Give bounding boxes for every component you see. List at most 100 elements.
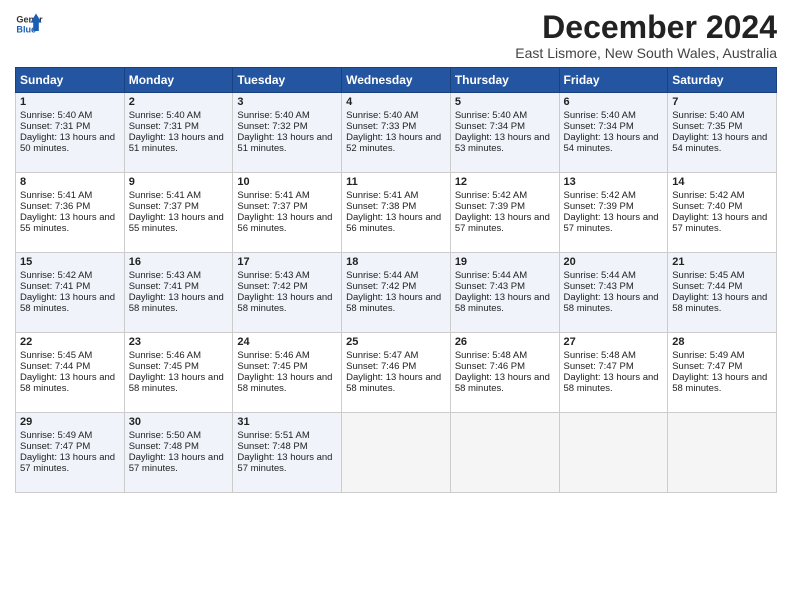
calendar-day-cell: 22Sunrise: 5:45 AMSunset: 7:44 PMDayligh…: [16, 333, 125, 413]
calendar-week-row: 29Sunrise: 5:49 AMSunset: 7:47 PMDayligh…: [16, 413, 777, 493]
calendar-day-cell: 27Sunrise: 5:48 AMSunset: 7:47 PMDayligh…: [559, 333, 668, 413]
day-number: 31: [237, 416, 337, 428]
daylight-text: Daylight: 13 hours and 58 minutes.: [455, 372, 550, 394]
day-number: 24: [237, 336, 337, 348]
calendar-day-cell: 14Sunrise: 5:42 AMSunset: 7:40 PMDayligh…: [668, 173, 777, 253]
header-friday: Friday: [559, 68, 668, 93]
svg-text:Blue: Blue: [16, 24, 36, 34]
sunrise-text: Sunrise: 5:45 AM: [20, 350, 92, 361]
daylight-text: Daylight: 13 hours and 56 minutes.: [346, 212, 441, 234]
sunset-text: Sunset: 7:37 PM: [237, 201, 307, 212]
day-number: 16: [129, 256, 229, 268]
day-number: 14: [672, 176, 772, 188]
daylight-text: Daylight: 13 hours and 57 minutes.: [564, 212, 659, 234]
sunset-text: Sunset: 7:42 PM: [237, 281, 307, 292]
sunrise-text: Sunrise: 5:48 AM: [564, 350, 636, 361]
day-number: 20: [564, 256, 664, 268]
daylight-text: Daylight: 13 hours and 54 minutes.: [564, 132, 659, 154]
calendar-day-cell: 20 Sunrise: 5:44 AMSunset: 7:43 PMDayligh…: [559, 253, 668, 333]
day-number: 26: [455, 336, 555, 348]
sunrise-text: Sunrise: 5:40 AM: [346, 110, 418, 121]
calendar-week-row: 8Sunrise: 5:41 AMSunset: 7:36 PMDaylight…: [16, 173, 777, 253]
sunset-text: Sunset: 7:42 PM: [346, 281, 416, 292]
calendar-table: Sunday Monday Tuesday Wednesday Thursday…: [15, 67, 777, 493]
day-number: 25: [346, 336, 446, 348]
calendar-day-cell: 6Sunrise: 5:40 AMSunset: 7:34 PMDaylight…: [559, 93, 668, 173]
day-number: 17: [237, 256, 337, 268]
header-sunday: Sunday: [16, 68, 125, 93]
day-number: 8: [20, 176, 120, 188]
calendar-day-cell: 29Sunrise: 5:49 AMSunset: 7:47 PMDayligh…: [16, 413, 125, 493]
sunrise-text: Sunrise: 5:40 AM: [564, 110, 636, 121]
calendar-day-cell: 9Sunrise: 5:41 AMSunset: 7:37 PMDaylight…: [124, 173, 233, 253]
day-number: 10: [237, 176, 337, 188]
daylight-text: Daylight: 13 hours and 58 minutes.: [20, 372, 115, 394]
sunrise-text: Sunrise: 5:40 AM: [455, 110, 527, 121]
sunset-text: Sunset: 7:41 PM: [129, 281, 199, 292]
calendar-day-cell: 25Sunrise: 5:47 AMSunset: 7:46 PMDayligh…: [342, 333, 451, 413]
title-block: December 2024 East Lismore, New South Wa…: [515, 10, 777, 61]
sunrise-text: Sunrise: 5:41 AM: [129, 190, 201, 201]
sunset-text: Sunset: 7:43 PM: [564, 281, 634, 292]
calendar-day-cell: 3Sunrise: 5:40 AMSunset: 7:32 PMDaylight…: [233, 93, 342, 173]
sunrise-text: Sunrise: 5:42 AM: [672, 190, 744, 201]
sunset-text: Sunset: 7:34 PM: [455, 121, 525, 132]
sunrise-text: Sunrise: 5:42 AM: [564, 190, 636, 201]
day-number: 7: [672, 96, 772, 108]
sunset-text: Sunset: 7:41 PM: [20, 281, 90, 292]
header-tuesday: Tuesday: [233, 68, 342, 93]
calendar-container: General Blue December 2024 East Lismore,…: [0, 0, 792, 503]
calendar-day-cell: 4Sunrise: 5:40 AMSunset: 7:33 PMDaylight…: [342, 93, 451, 173]
day-number: 18: [346, 256, 446, 268]
sunset-text: Sunset: 7:45 PM: [237, 361, 307, 372]
sunset-text: Sunset: 7:39 PM: [564, 201, 634, 212]
daylight-text: Daylight: 13 hours and 57 minutes.: [455, 212, 550, 234]
daylight-text: Daylight: 13 hours and 58 minutes.: [237, 372, 332, 394]
sunset-text: Sunset: 7:31 PM: [20, 121, 90, 132]
calendar-day-cell: 21Sunrise: 5:45 AMSunset: 7:44 PMDayligh…: [668, 253, 777, 333]
calendar-day-cell: 7Sunrise: 5:40 AMSunset: 7:35 PMDaylight…: [668, 93, 777, 173]
daylight-text: Daylight: 13 hours and 55 minutes.: [20, 212, 115, 234]
sunset-text: Sunset: 7:40 PM: [672, 201, 742, 212]
day-number: 15: [20, 256, 120, 268]
calendar-day-cell: [559, 413, 668, 493]
daylight-text: Daylight: 13 hours and 58 minutes.: [564, 372, 659, 394]
sunrise-text: Sunrise: 5:47 AM: [346, 350, 418, 361]
day-number: 30: [129, 416, 229, 428]
daylight-text: Daylight: 13 hours and 58 minutes.: [672, 292, 767, 314]
daylight-text: Daylight: 13 hours and 58 minutes.: [672, 372, 767, 394]
sunrise-text: Sunrise: 5:44 AM: [346, 270, 418, 281]
daylight-text: Daylight: 13 hours and 51 minutes.: [237, 132, 332, 154]
sunset-text: Sunset: 7:31 PM: [129, 121, 199, 132]
day-number: 3: [237, 96, 337, 108]
sunrise-text: Sunrise: 5:40 AM: [237, 110, 309, 121]
day-number: 1: [20, 96, 120, 108]
calendar-day-cell: [342, 413, 451, 493]
calendar-day-cell: 26Sunrise: 5:48 AMSunset: 7:46 PMDayligh…: [450, 333, 559, 413]
sunrise-text: Sunrise: 5:41 AM: [20, 190, 92, 201]
calendar-day-cell: 12Sunrise: 5:42 AMSunset: 7:39 PMDayligh…: [450, 173, 559, 253]
daylight-text: Daylight: 13 hours and 57 minutes.: [237, 452, 332, 474]
sunset-text: Sunset: 7:46 PM: [346, 361, 416, 372]
sunrise-text: Sunrise: 5:40 AM: [672, 110, 744, 121]
calendar-week-row: 15Sunrise: 5:42 AMSunset: 7:41 PMDayligh…: [16, 253, 777, 333]
day-number: 28: [672, 336, 772, 348]
calendar-day-cell: 23Sunrise: 5:46 AMSunset: 7:45 PMDayligh…: [124, 333, 233, 413]
header-wednesday: Wednesday: [342, 68, 451, 93]
sunrise-text: Sunrise: 5:44 AM: [564, 270, 636, 281]
logo-icon: General Blue: [15, 10, 43, 38]
daylight-text: Daylight: 13 hours and 53 minutes.: [455, 132, 550, 154]
sunset-text: Sunset: 7:44 PM: [20, 361, 90, 372]
sunrise-text: Sunrise: 5:43 AM: [237, 270, 309, 281]
sunrise-text: Sunrise: 5:40 AM: [129, 110, 201, 121]
daylight-text: Daylight: 13 hours and 58 minutes.: [455, 292, 550, 314]
daylight-text: Daylight: 13 hours and 58 minutes.: [564, 292, 659, 314]
sunset-text: Sunset: 7:48 PM: [129, 441, 199, 452]
header-saturday: Saturday: [668, 68, 777, 93]
sunrise-text: Sunrise: 5:40 AM: [20, 110, 92, 121]
sunset-text: Sunset: 7:39 PM: [455, 201, 525, 212]
sunset-text: Sunset: 7:37 PM: [129, 201, 199, 212]
sunrise-text: Sunrise: 5:49 AM: [20, 430, 92, 441]
sunrise-text: Sunrise: 5:41 AM: [346, 190, 418, 201]
day-number: 5: [455, 96, 555, 108]
